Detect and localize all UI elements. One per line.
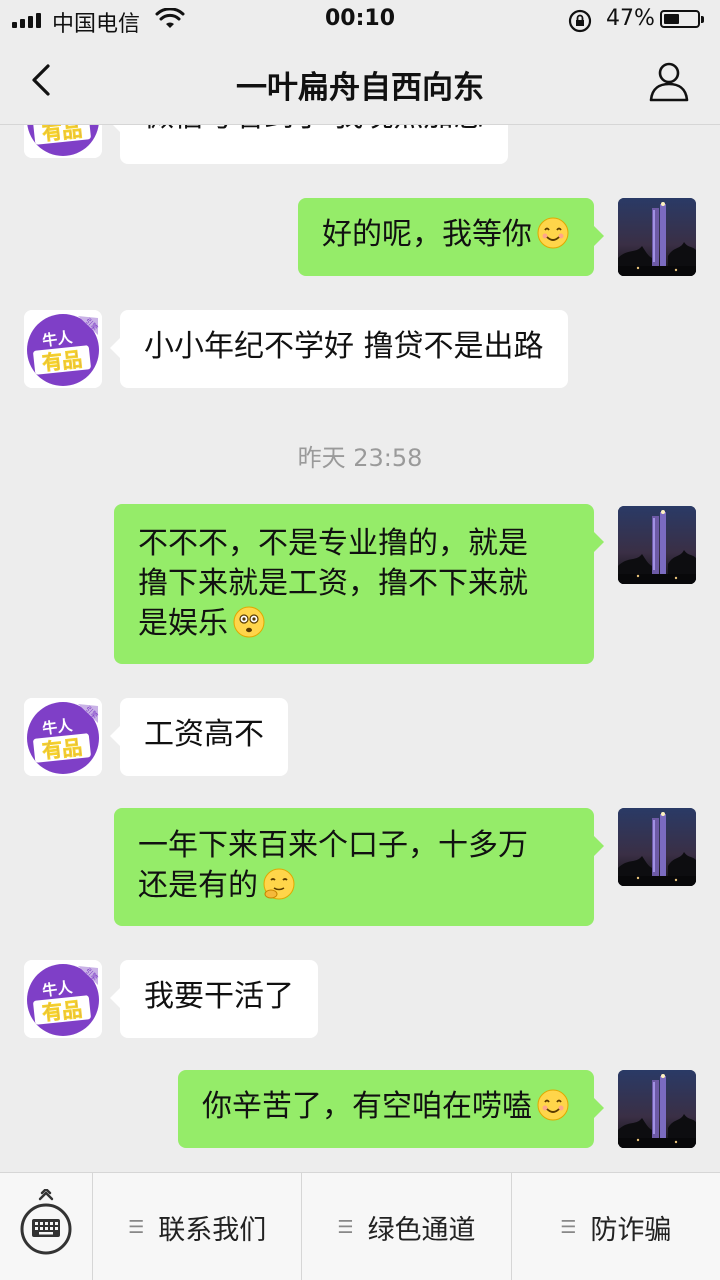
message-bubble-sent[interactable]: 你辛苦了，有空咱在唠嗑: [178, 1070, 604, 1148]
avatar[interactable]: 引擎 牛人 有品: [24, 310, 102, 388]
bottom-menu-bar: ☰ 联系我们 ☰ 绿色通道 ☰ 防诈骗: [0, 1172, 720, 1280]
message-bubble-received[interactable]: 微信号看到了 我晚点加您: [110, 124, 508, 164]
message-bubble-received[interactable]: 工资高不: [110, 698, 288, 776]
menu-lines-icon: ☰: [560, 1216, 577, 1238]
avatar[interactable]: 引擎 牛人 有品: [24, 698, 102, 776]
battery-percent: 47%: [606, 6, 655, 31]
menu-lines-icon: ☰: [337, 1216, 354, 1238]
menu-item-contact-us[interactable]: ☰ 联系我们: [93, 1173, 303, 1280]
avatar[interactable]: [618, 506, 696, 584]
message-bubble-sent[interactable]: 不不不，不是专业撸的，就是 撸下来就是工资，撸不下来就 是娱乐: [114, 504, 604, 664]
menu-item-green-channel[interactable]: ☰ 绿色通道: [302, 1173, 512, 1280]
status-bar: 中国电信 00:10 47%: [0, 0, 720, 40]
message-bubble-sent[interactable]: 好的呢，我等你: [298, 198, 604, 276]
keyboard-toggle-button[interactable]: [0, 1173, 93, 1280]
chat-screen: 中国电信 00:10 47% 一叶扁舟自西向东 有品 好的呢，我等你 引擎 牛人…: [0, 0, 720, 1280]
message-bubble-received[interactable]: 小小年纪不学好 撸贷不是出路: [110, 310, 568, 388]
avatar[interactable]: [618, 198, 696, 276]
flushed-emoji-icon: [232, 605, 266, 639]
timestamp: 昨天 23:58: [297, 444, 423, 472]
message-bubble-received[interactable]: 我要干活了: [110, 960, 318, 1038]
rotation-lock-icon: [568, 9, 592, 33]
menu-lines-icon: ☰: [128, 1216, 145, 1238]
avatar[interactable]: [618, 1070, 696, 1148]
svg-text:有品: 有品: [41, 997, 83, 1025]
smile-emoji-icon: [536, 1088, 570, 1122]
battery-icon: [660, 10, 704, 28]
avatar[interactable]: [618, 808, 696, 886]
menu-item-anti-fraud[interactable]: ☰ 防诈骗: [512, 1173, 720, 1280]
message-list[interactable]: 引擎 牛人 有品 微信号看到了 我晚点加您 好的呢，我等你: [0, 124, 720, 1172]
message-bubble-sent[interactable]: 一年下来百来个口子，十多万 还是有的: [114, 808, 604, 926]
chat-title: 一叶扁舟自西向东: [236, 70, 484, 106]
avatar[interactable]: 引擎 牛人 有品: [24, 960, 102, 1038]
shy-emoji-icon: [262, 867, 296, 901]
keyboard-icon: [20, 1189, 72, 1255]
svg-text:有品: 有品: [41, 347, 83, 375]
person-icon[interactable]: [646, 58, 692, 104]
smile-emoji-icon: [536, 216, 570, 250]
nav-bar: 一叶扁舟自西向东: [0, 40, 720, 125]
avatar[interactable]: 引擎 牛人 有品: [24, 124, 102, 158]
svg-text:有品: 有品: [41, 735, 83, 763]
